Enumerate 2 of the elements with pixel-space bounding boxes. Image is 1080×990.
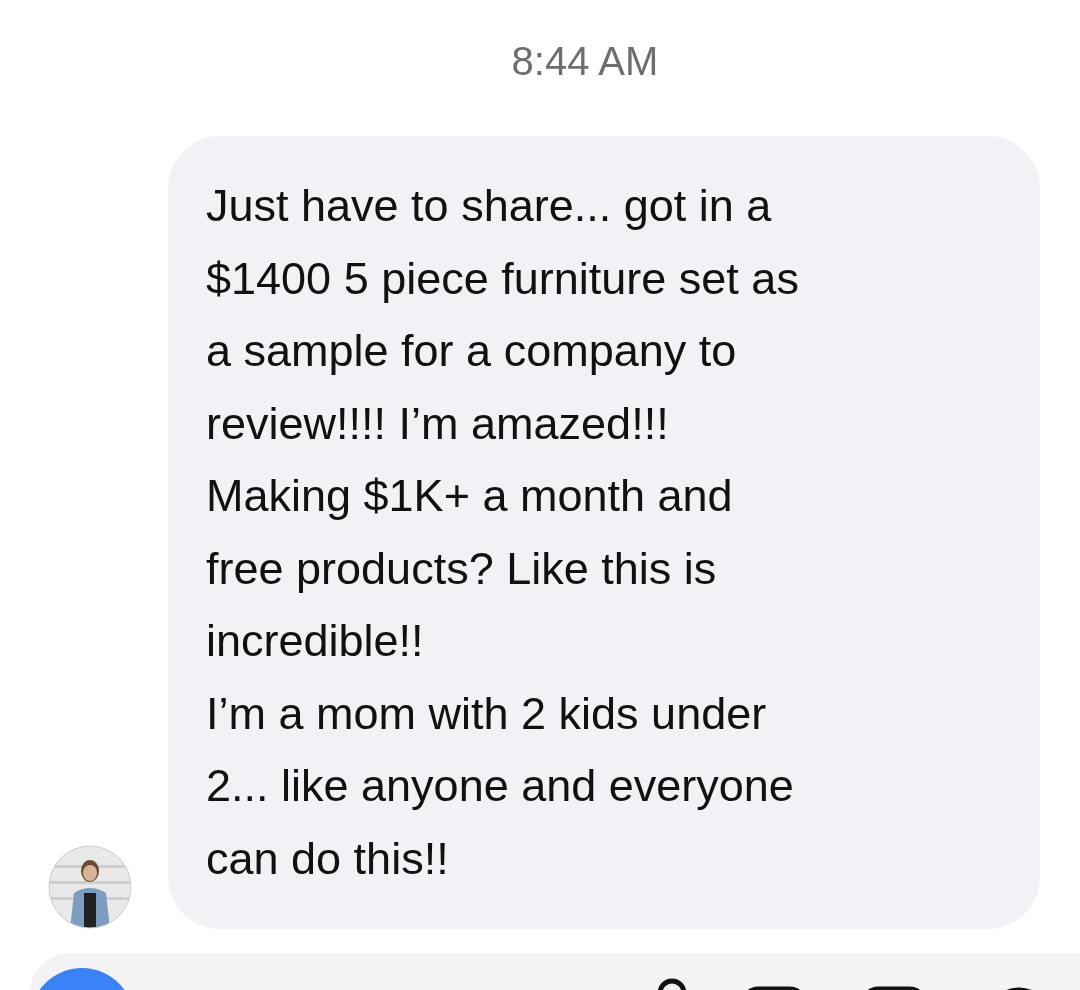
timestamp: 8:44 AM <box>511 38 659 85</box>
message-text: Just have to share... got in a $1400 5 piece furniture set as a sample for a company to review!!!! I’m amazed!!! Making $1K+ a month and free products? Like this is incredible!! I’m a mom with 2 kids under 2... like anyone and everyone can do this!! <box>206 179 800 886</box>
